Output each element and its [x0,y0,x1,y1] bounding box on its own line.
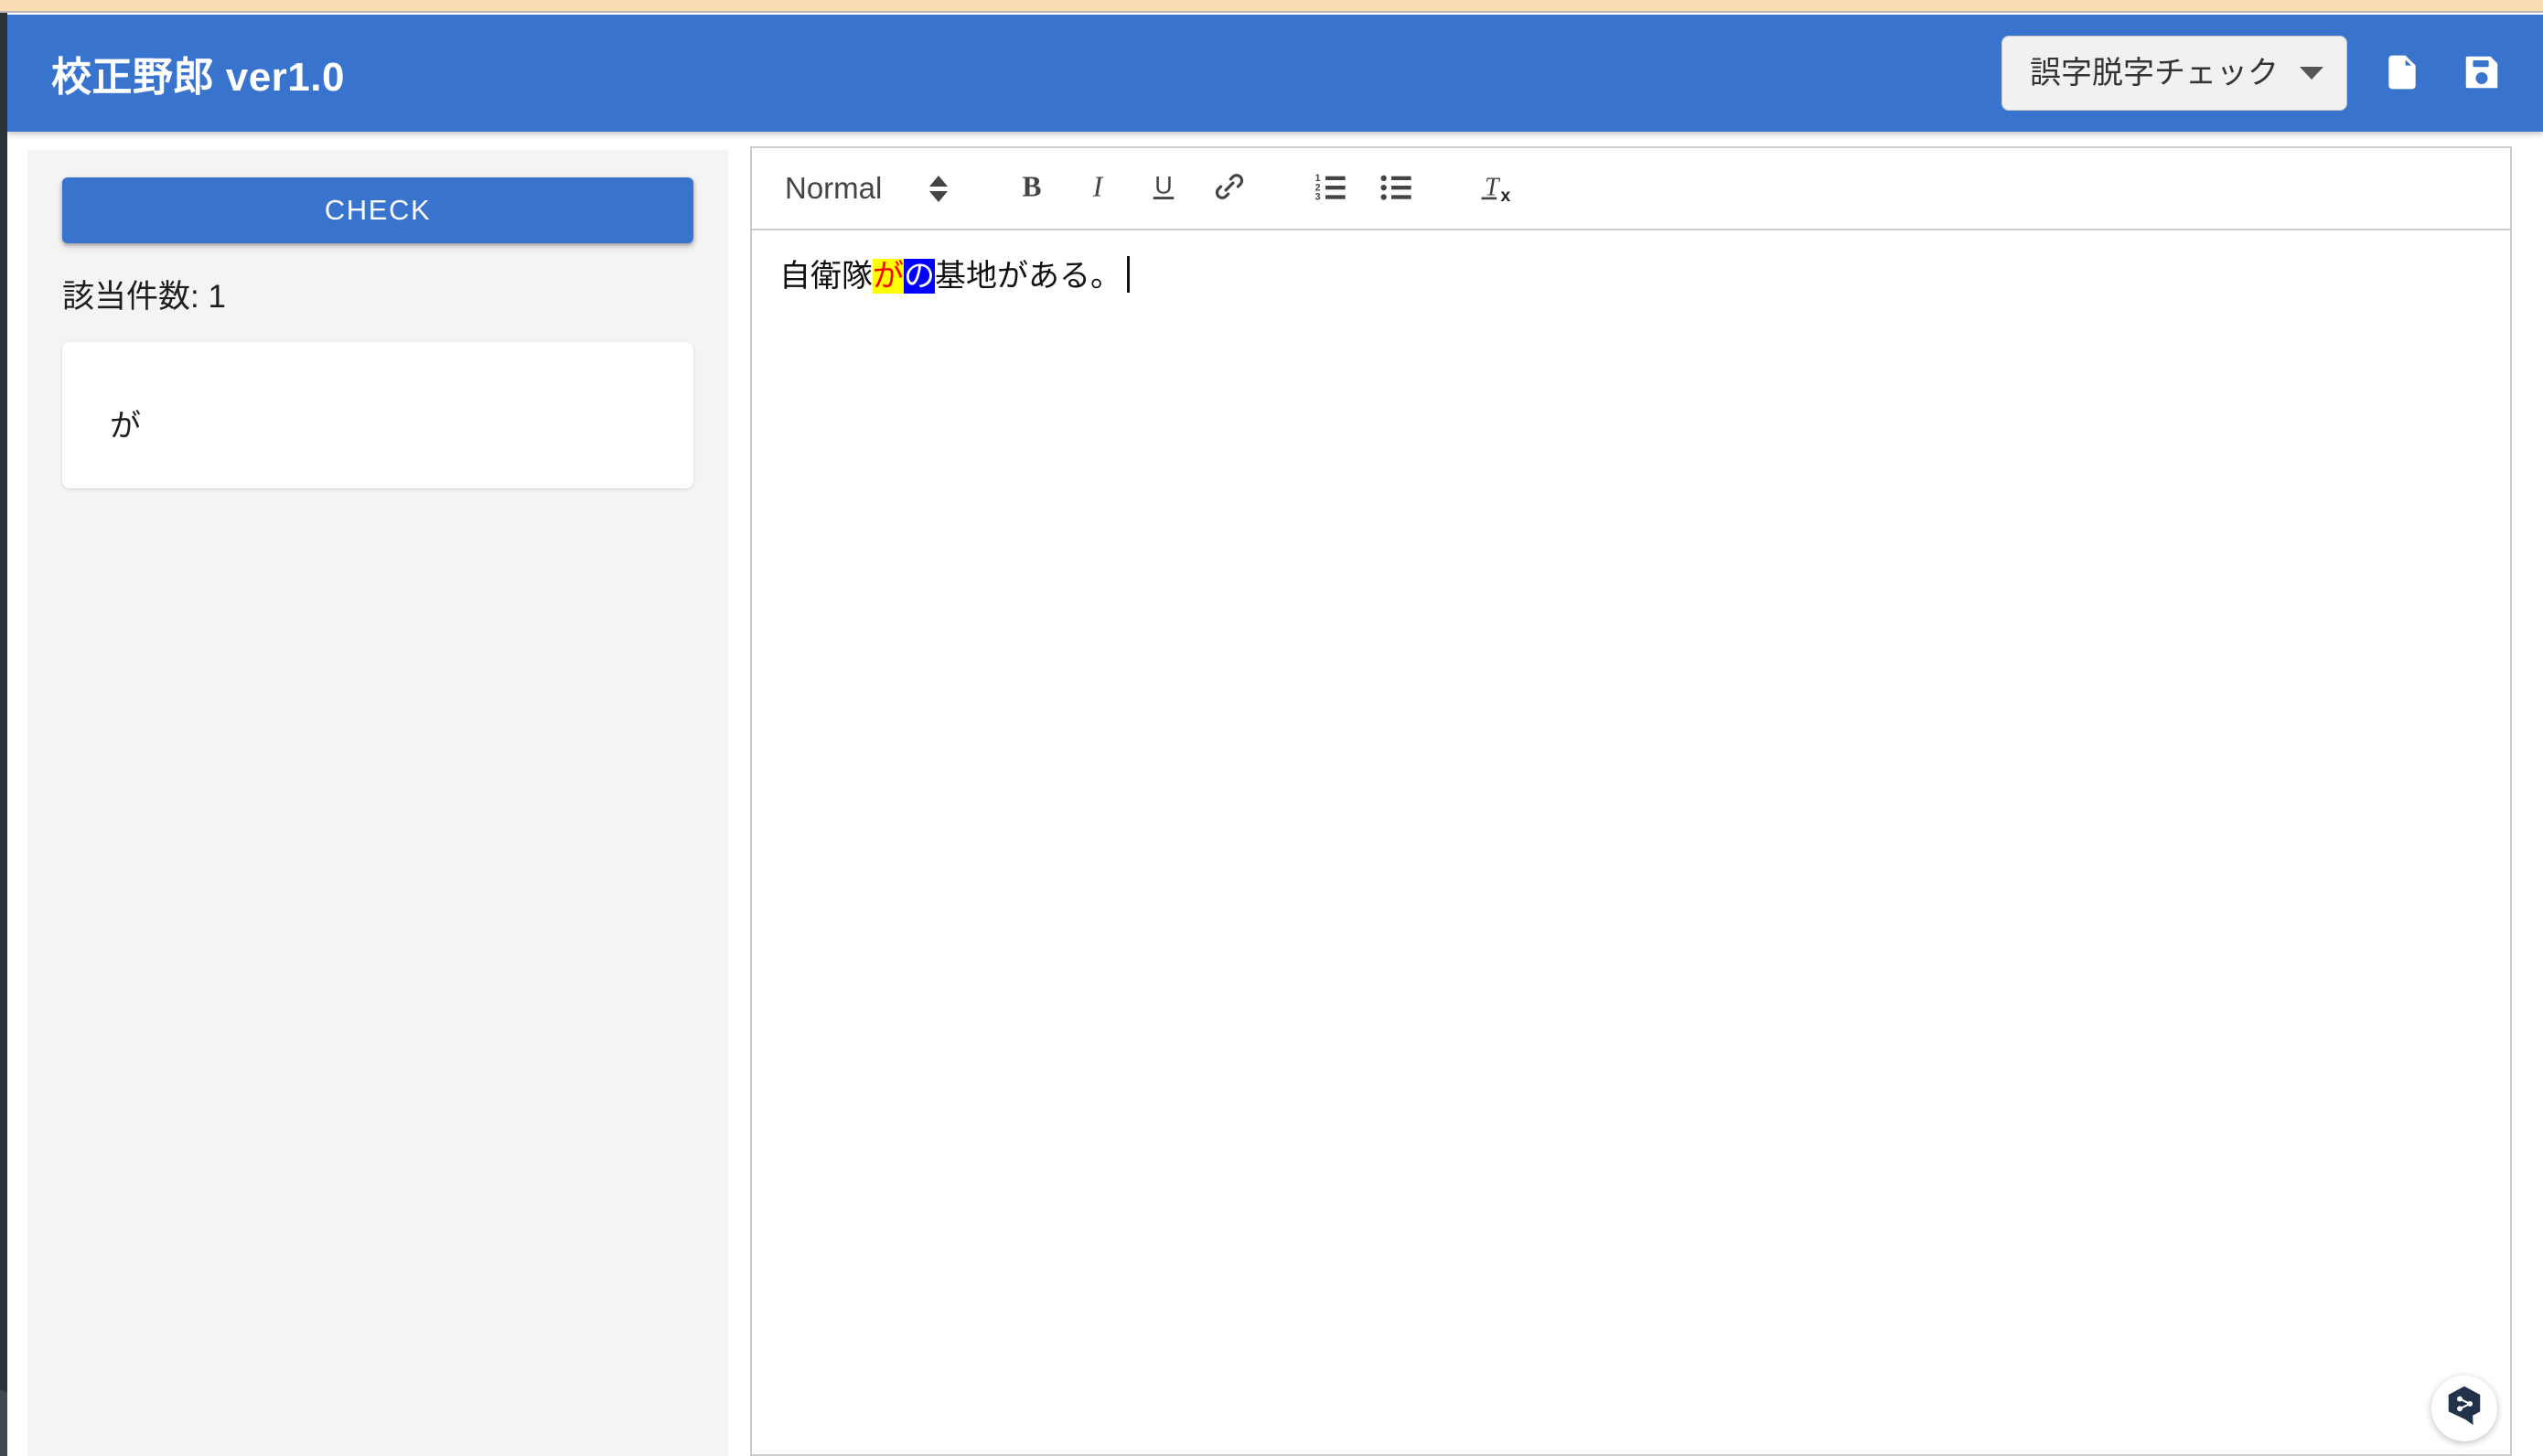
svg-text:U: U [1155,171,1174,198]
editor-toolbar: Normal B I U 1 2 3 T x [752,148,2510,230]
check-button[interactable]: CHECK [62,177,693,243]
result-list: が [62,342,693,488]
window-left-edge [0,13,7,1456]
editor-text-after: 基地がある。 [935,259,1121,294]
result-list-item[interactable]: が [62,342,693,488]
bold-icon: B [1015,168,1048,209]
underline-button[interactable]: U [1134,160,1193,217]
page-title: 校正野郎 ver1.0 [51,55,345,100]
svg-text:x: x [1501,186,1511,205]
chat-widget-button[interactable] [2431,1376,2497,1441]
file-upload-icon [2382,49,2422,98]
ordered-list-button[interactable]: 1 2 3 [1301,160,1359,217]
file-upload-button[interactable] [2378,46,2426,102]
italic-button[interactable]: I [1068,160,1127,217]
chat-hexagon-share-icon [2443,1384,2485,1434]
check-mode-select[interactable]: 誤字脱字チェック [2001,35,2347,112]
clear-format-icon: T x [1476,167,1517,210]
svg-text:I: I [1092,170,1104,202]
editor-line: 自衛隊がの基地がある。 [779,254,2483,299]
browser-top-strip [0,0,2543,13]
bullet-list-button[interactable] [1367,160,1425,217]
link-button[interactable] [1200,160,1259,217]
format-picker[interactable]: Normal [772,160,960,217]
svg-text:B: B [1023,170,1042,202]
svg-text:3: 3 [1315,191,1321,202]
app-root: 校正野郎 ver1.0 誤字脱字チェック CHECK 該当件数: 1 が Nor… [7,15,2543,1456]
bold-button[interactable]: B [1003,160,1061,217]
editor-input[interactable]: 自衛隊がの基地がある。 [752,230,2510,1454]
app-header: 校正野郎 ver1.0 誤字脱字チェック [7,15,2543,132]
editor-suggestion-highlight[interactable]: が [873,259,904,294]
editor-text-before: 自衛隊 [779,259,873,294]
save-icon [2461,51,2503,96]
sidebar-panel: CHECK 該当件数: 1 が [27,150,728,1456]
link-icon [1212,169,1247,209]
ordered-list-icon: 1 2 3 [1312,168,1348,209]
format-picker-label: Normal [785,171,883,205]
sort-arrows-icon [929,175,949,202]
check-mode-select-wrapper: 誤字脱字チェック [2001,35,2347,112]
result-count-label: 該当件数: 1 [62,279,226,315]
content-area: CHECK 該当件数: 1 が Normal B I U 1 2 3 T x 自… [7,132,2543,1456]
clear-format-button[interactable]: T x [1467,160,1526,217]
underline-icon: U [1147,167,1180,210]
bullet-list-icon [1378,168,1414,209]
save-button[interactable] [2457,48,2506,100]
editor-container: Normal B I U 1 2 3 T x 自衛隊がの基地がある。 [750,146,2512,1456]
editor-selected-text[interactable]: の [904,259,935,294]
text-cursor [1127,256,1130,293]
header-actions: 誤字脱字チェック [2001,15,2506,132]
italic-icon: I [1081,168,1114,209]
